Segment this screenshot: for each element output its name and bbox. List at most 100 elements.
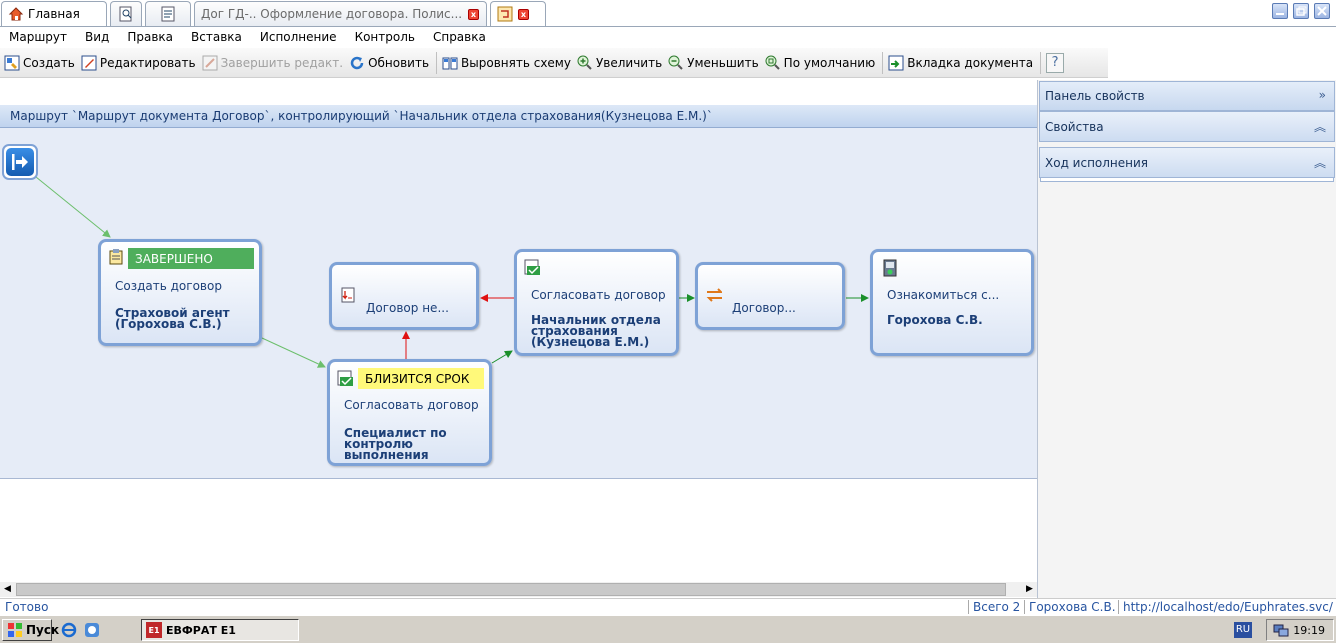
node-title: Создать договор <box>115 279 222 293</box>
create-button[interactable]: Создать <box>2 50 79 76</box>
section-progress-label: Ход исполнения <box>1045 155 1149 170</box>
status-ready: Готово <box>5 600 49 614</box>
taskbar-app-label: ЕВФРАТ E1 <box>166 623 236 637</box>
edit-label: Редактировать <box>99 55 196 70</box>
align-scheme-icon <box>442 55 458 71</box>
reject-document-icon <box>340 287 356 303</box>
status-bar: Готово Всего 2 Горохова С.В. http://loca… <box>0 598 1336 615</box>
start-node[interactable] <box>2 144 38 180</box>
collapse-panel-icon[interactable]: » <box>1319 88 1326 102</box>
tab-home[interactable]: Главная <box>1 1 107 26</box>
tab-document-list[interactable] <box>145 1 191 26</box>
start-button[interactable]: Пуск <box>2 619 59 641</box>
menu-bar: Маршрут Вид Правка Вставка Исполнение Ко… <box>0 27 1336 47</box>
finish-edit-button[interactable]: Завершить редакт. <box>200 50 347 76</box>
start-icon <box>6 148 34 176</box>
node-review[interactable]: Ознакомиться с... Горохова С.В. <box>870 249 1034 356</box>
finish-edit-icon <box>202 55 218 71</box>
menu-view[interactable]: Вид <box>76 30 118 44</box>
status-badge-due-soon: БЛИЗИТСЯ СРОК <box>358 368 484 389</box>
route-icon <box>497 6 513 22</box>
scroll-right-icon[interactable]: ▶ <box>1022 582 1037 597</box>
node-contract[interactable]: Договор... <box>695 262 845 330</box>
chevron-up-icon[interactable]: ︽ <box>1314 154 1326 171</box>
refresh-button[interactable]: Обновить <box>347 50 433 76</box>
taskbar: Пуск E1 ЕВФРАТ E1 RU 19:19 <box>0 615 1336 643</box>
node-approve-head[interactable]: Согласовать договор Начальник отдела стр… <box>514 249 679 356</box>
menu-insert[interactable]: Вставка <box>182 30 251 44</box>
chevron-up-icon[interactable]: ︽ <box>1314 118 1326 135</box>
toolbar-separator <box>1040 51 1042 74</box>
zoom-default-icon <box>765 55 781 71</box>
zoom-in-icon <box>577 55 593 71</box>
create-icon <box>4 55 20 71</box>
panel-title-bar[interactable]: Панель свойств » <box>1039 81 1335 111</box>
home-icon <box>8 6 24 22</box>
node-title: Договор... <box>732 301 796 315</box>
tab-home-label: Главная <box>28 7 80 21</box>
status-url: http://localhost/edo/Euphrates.svc/ <box>1118 600 1333 614</box>
section-properties[interactable]: Свойства ︽ <box>1039 111 1335 142</box>
network-icon[interactable] <box>1273 622 1289 638</box>
scroll-thumb[interactable] <box>16 583 1006 596</box>
create-label: Создать <box>23 55 75 70</box>
menu-help[interactable]: Справка <box>424 30 495 44</box>
menu-edit[interactable]: Правка <box>118 30 182 44</box>
align-button[interactable]: Выровнять схему <box>440 50 575 76</box>
clipboard-icon <box>108 249 124 265</box>
language-indicator[interactable]: RU <box>1234 622 1252 638</box>
search-doc-icon <box>118 6 134 22</box>
edit-button[interactable]: Редактировать <box>79 50 200 76</box>
zoom-in-label: Увеличить <box>595 55 663 70</box>
menu-route[interactable]: Маршрут <box>0 30 76 44</box>
finish-edit-label: Завершить редакт. <box>220 55 344 70</box>
close-window-button[interactable] <box>1314 3 1330 19</box>
node-contract-rejected[interactable]: Договор не... <box>329 262 479 330</box>
node-create-contract[interactable]: ЗАВЕРШЕНО Создать договор Страховой аген… <box>98 239 262 346</box>
node-title: Согласовать договор <box>344 398 479 412</box>
node-approve-specialist[interactable]: БЛИЗИТСЯ СРОК Согласовать договор Специа… <box>327 359 492 466</box>
section-progress-body <box>1040 178 1334 182</box>
zoom-out-button[interactable]: Уменьшить <box>666 50 763 76</box>
status-badge-done: ЗАВЕРШЕНО <box>128 248 254 269</box>
section-progress[interactable]: Ход исполнения ︽ <box>1039 147 1335 178</box>
panel-title: Панель свойств <box>1045 89 1145 103</box>
quick-launch-icon[interactable] <box>84 622 100 638</box>
start-label: Пуск <box>26 623 60 637</box>
minimize-button[interactable] <box>1272 3 1288 19</box>
zoom-default-label: По умолчанию <box>783 55 876 70</box>
close-icon[interactable]: x <box>518 8 529 20</box>
tab-search[interactable] <box>110 1 142 26</box>
tab-route[interactable]: x <box>490 1 546 26</box>
toolbar: Создать Редактировать Завершить редакт. … <box>0 48 1108 78</box>
zoom-in-button[interactable]: Увеличить <box>575 50 666 76</box>
menu-control[interactable]: Контроль <box>346 30 424 44</box>
node-assignee-line3: (Кузнецова Е.М.) <box>531 335 650 349</box>
scroll-left-icon[interactable]: ◀ <box>0 582 15 597</box>
app-icon: E1 <box>146 622 162 638</box>
internet-explorer-icon[interactable] <box>61 622 77 638</box>
document-tab-label: Вкладка документа <box>907 55 1034 70</box>
approve-document-icon <box>524 259 540 275</box>
menu-execution[interactable]: Исполнение <box>251 30 346 44</box>
edit-icon <box>81 55 97 71</box>
help-button[interactable]: ? <box>1044 50 1071 76</box>
node-title: Ознакомиться с... <box>887 288 1000 302</box>
node-assignee-line2: (Горохова С.В.) <box>115 317 222 331</box>
horizontal-scrollbar[interactable]: ◀ ▶ <box>0 582 1037 597</box>
close-icon[interactable]: x <box>468 8 479 20</box>
exchange-arrows-icon <box>706 287 722 303</box>
connector-start-to-create <box>35 176 111 238</box>
taskbar-app-button[interactable]: E1 ЕВФРАТ E1 <box>141 619 299 641</box>
zoom-default-button[interactable]: По умолчанию <box>763 50 880 76</box>
node-title: Согласовать договор <box>531 288 666 302</box>
connector-create-to-approve <box>261 337 326 368</box>
review-icon <box>882 259 898 277</box>
tab-contract[interactable]: Дог ГД-.. Оформление договора. Полис... … <box>194 1 487 26</box>
system-tray: 19:19 <box>1266 619 1334 641</box>
document-tab-button[interactable]: Вкладка документа <box>886 50 1037 76</box>
route-diagram[interactable]: Маршрут `Маршрут документа Договор`, кон… <box>0 105 1037 479</box>
restore-button[interactable] <box>1293 3 1309 19</box>
zoom-out-icon <box>668 55 684 71</box>
approve-document-icon <box>337 370 353 386</box>
